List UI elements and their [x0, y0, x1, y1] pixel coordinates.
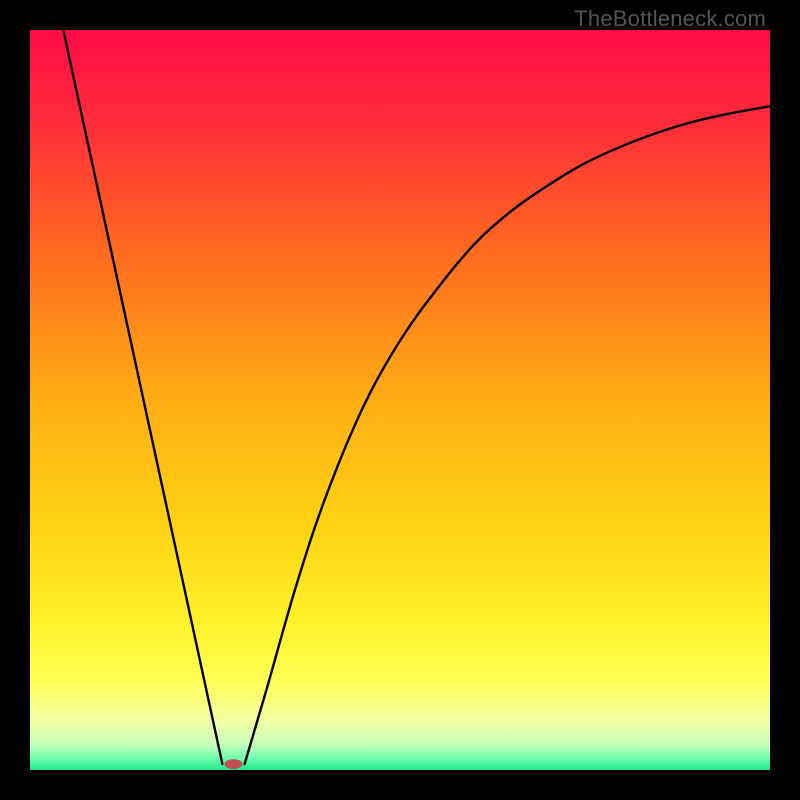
plot-frame: [30, 30, 770, 770]
plot-area: [30, 30, 770, 770]
curve-layer: [30, 30, 770, 770]
watermark-text: TheBottleneck.com: [574, 6, 766, 32]
curve-left-branch: [63, 30, 222, 764]
curve-right-branch: [245, 106, 770, 764]
min-point-marker: [225, 759, 243, 769]
